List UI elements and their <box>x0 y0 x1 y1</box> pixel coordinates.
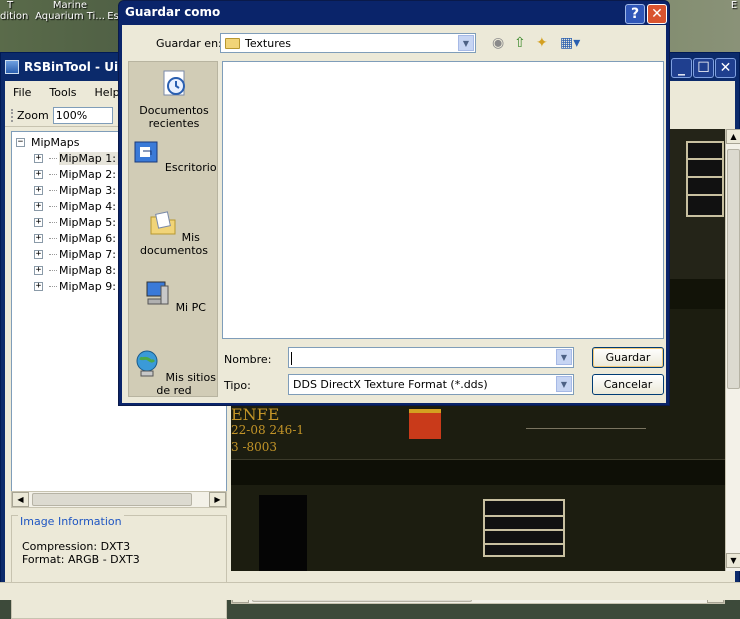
text-caret <box>291 351 292 365</box>
app-icon <box>5 60 19 74</box>
my-documents-icon <box>150 211 176 235</box>
dialog-title: Guardar como <box>125 5 221 19</box>
save-button[interactable]: Guardar <box>592 347 664 368</box>
file-name-input[interactable]: ▼ <box>288 347 574 368</box>
scroll-down-icon[interactable]: ▼ <box>726 553 740 568</box>
preview-vertical-scrollbar[interactable]: ▲ ▼ <box>725 129 740 571</box>
place-recent-documents[interactable]: Documentos recientes <box>129 68 219 130</box>
place-my-computer[interactable]: Mi PC <box>129 278 219 314</box>
save-in-combo[interactable]: Textures ▼ <box>220 33 476 53</box>
chevron-down-icon[interactable]: ▼ <box>458 35 474 51</box>
save-as-dialog: Guardar como ? ✕ Guardar en: Textures ▼ … <box>118 0 670 406</box>
desktop-icon-label[interactable]: Marine Aquarium Ti... <box>30 0 110 22</box>
expand-icon[interactable]: + <box>34 201 43 211</box>
desktop-icon-label[interactable]: Tdition <box>0 0 28 22</box>
help-button[interactable]: ? <box>625 4 645 24</box>
back-icon[interactable]: ◉ <box>492 35 504 51</box>
up-folder-icon[interactable]: ⇧ <box>514 35 526 51</box>
network-places-icon <box>136 350 158 377</box>
zoom-label: Zoom <box>11 109 49 122</box>
texture-emblem <box>409 409 441 439</box>
file-type-label: Tipo: <box>224 379 251 392</box>
dialog-close-button[interactable]: ✕ <box>647 4 667 24</box>
texture-text: ENFE <box>231 405 280 424</box>
expand-icon[interactable]: + <box>34 153 43 163</box>
image-information-group: Image Information Compression: DXT3 Form… <box>11 515 227 619</box>
new-folder-icon[interactable]: ✦ <box>536 35 548 51</box>
place-my-documents[interactable]: Mis documentos <box>129 208 219 257</box>
close-button[interactable]: ✕ <box>715 58 736 78</box>
file-name-label: Nombre: <box>224 353 272 366</box>
texture-door <box>259 495 307 571</box>
expand-icon[interactable]: + <box>34 217 43 227</box>
menu-tools[interactable]: Tools <box>49 86 76 99</box>
minimize-button[interactable]: _ <box>671 58 692 78</box>
save-in-label: Guardar en: <box>156 37 222 50</box>
desktop-icon <box>134 141 158 163</box>
expand-icon[interactable]: + <box>34 185 43 195</box>
file-list[interactable] <box>222 61 664 339</box>
tree-root[interactable]: − MipMaps <box>16 134 79 150</box>
chevron-down-icon[interactable]: ▼ <box>556 349 572 365</box>
chevron-down-icon[interactable]: ▼ <box>556 376 572 392</box>
expand-icon[interactable]: + <box>34 233 43 243</box>
cancel-button[interactable]: Cancelar <box>592 374 664 395</box>
expand-icon[interactable]: + <box>34 281 43 291</box>
expand-icon[interactable]: + <box>34 169 43 179</box>
scroll-thumb[interactable] <box>32 493 192 506</box>
texture-window-grille <box>686 141 724 217</box>
status-bar <box>0 582 740 600</box>
texture-text: 3 -8003 <box>231 440 278 454</box>
zoom-combo[interactable]: 100% <box>52 107 113 124</box>
scroll-right-icon[interactable]: ▶ <box>209 492 226 507</box>
scroll-left-icon[interactable]: ◀ <box>12 492 29 507</box>
collapse-icon[interactable]: − <box>16 137 25 147</box>
place-desktop[interactable]: Escritorio <box>129 138 219 174</box>
group-title: Image Information <box>18 515 124 528</box>
texture-band <box>231 459 725 485</box>
dialog-body: Guardar en: Textures ▼ ◉ ⇧ ✦ ▦▾ Document… <box>122 25 666 403</box>
desktop-icon-label[interactable]: E <box>728 0 740 11</box>
texture-text: 22-08 246-1 <box>231 423 305 437</box>
file-type-select[interactable]: DDS DirectX Texture Format (*.dds) ▼ <box>288 374 574 395</box>
expand-icon[interactable]: + <box>34 249 43 259</box>
compression-text: Compression: DXT3 <box>22 540 131 553</box>
scroll-up-icon[interactable]: ▲ <box>726 129 740 144</box>
recent-documents-icon <box>163 70 185 96</box>
place-network[interactable]: Mis sitios de red <box>129 348 219 397</box>
menu-file[interactable]: File <box>13 86 31 99</box>
format-text: Format: ARGB - DXT3 <box>22 553 140 566</box>
maximize-button[interactable]: ☐ <box>693 58 714 78</box>
tree-horizontal-scrollbar[interactable]: ◀ ▶ <box>11 491 227 508</box>
places-bar: Documentos recientes Escritorio Mis docu… <box>128 61 218 397</box>
menu-help[interactable]: Help <box>95 86 120 99</box>
folder-icon <box>225 37 240 49</box>
texture-window-grille <box>483 499 565 557</box>
scroll-thumb[interactable] <box>727 149 740 389</box>
my-computer-icon <box>146 281 169 305</box>
view-menu-icon[interactable]: ▦▾ <box>560 35 580 51</box>
expand-icon[interactable]: + <box>34 265 43 275</box>
